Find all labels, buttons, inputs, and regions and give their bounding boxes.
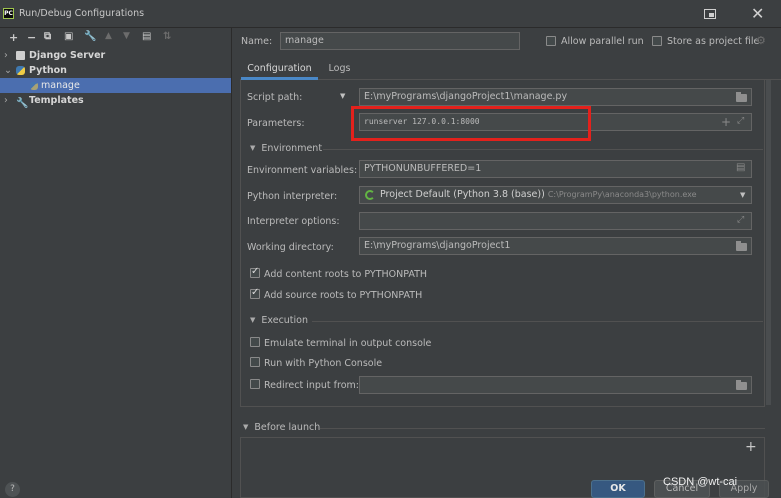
tree-item-label: Django Server: [29, 50, 106, 61]
add-icon[interactable]: +: [9, 31, 18, 44]
section-divider: [312, 321, 763, 322]
script-path-field[interactable]: E:\myPrograms\djangoProject1\manage.py: [359, 88, 752, 106]
parameters-label: Parameters:: [247, 118, 305, 129]
execution-section-header[interactable]: ▼ Execution: [250, 315, 308, 326]
tree-item-label: Templates: [29, 95, 84, 106]
wrench-icon[interactable]: 🔧: [84, 31, 96, 42]
django-icon: [16, 51, 25, 60]
working-dir-label: Working directory:: [247, 242, 334, 253]
interpreter-dropdown[interactable]: Project Default (Python 3.8 (base)) C:\P…: [359, 186, 752, 204]
interpreter-path: C:\ProgramPy\anaconda3\python.exe: [547, 190, 697, 199]
interpreter-name: Project Default (Python 3.8 (base)): [380, 189, 545, 200]
section-title: Execution: [261, 315, 309, 326]
store-as-project-label: Store as project file: [667, 36, 760, 47]
tab-logs[interactable]: Logs: [322, 60, 357, 80]
environment-section-header[interactable]: ▼ Environment: [250, 143, 322, 154]
python-file-icon: [30, 81, 38, 90]
move-down-icon[interactable]: ▼: [123, 31, 130, 41]
add-source-roots-checkbox[interactable]: [250, 287, 260, 299]
add-before-launch-icon[interactable]: +: [745, 439, 757, 455]
pycharm-app-icon: PC: [3, 8, 14, 19]
name-label: Name:: [241, 36, 273, 47]
add-content-roots-label: Add content roots to PYTHONPATH: [264, 269, 428, 280]
gear-icon[interactable]: ⚙: [756, 34, 766, 47]
collapse-icon[interactable]: ▼: [250, 316, 255, 324]
save-icon[interactable]: ▣: [64, 31, 73, 42]
chevron-right-icon[interactable]: ›: [4, 93, 16, 108]
interpreter-options-label: Interpreter options:: [247, 216, 340, 227]
chevron-down-icon[interactable]: ⌄: [4, 63, 16, 78]
tree-item-label: Python: [29, 65, 67, 76]
chevron-right-icon[interactable]: ›: [4, 48, 16, 63]
section-divider: [323, 149, 763, 150]
interpreter-status-icon: [365, 190, 375, 200]
ok-button[interactable]: OK: [591, 480, 645, 498]
add-source-roots-label: Add source roots to PYTHONPATH: [264, 290, 423, 301]
remove-icon[interactable]: −: [27, 31, 36, 44]
expand-icon[interactable]: ⤢: [737, 116, 744, 126]
section-divider: [320, 428, 765, 429]
help-button[interactable]: ?: [5, 482, 20, 497]
wrench-icon: 🔧: [16, 97, 29, 109]
scrollbar[interactable]: [766, 80, 771, 405]
script-path-label: Script path:: [247, 92, 303, 103]
run-python-console-checkbox[interactable]: [250, 357, 260, 367]
tree-item-label: manage: [41, 80, 80, 91]
window-restore-icon[interactable]: [704, 9, 716, 19]
expand-icon[interactable]: ⤢: [737, 215, 744, 225]
collapse-icon[interactable]: ▼: [243, 423, 248, 431]
window-title: Run/Debug Configurations: [19, 8, 145, 19]
interpreter-label: Python interpreter:: [247, 191, 338, 202]
window-close-icon[interactable]: ✕: [751, 4, 764, 23]
redirect-input-field[interactable]: [359, 376, 752, 394]
edit-env-vars-icon[interactable]: ▤: [736, 162, 745, 173]
section-title: Environment: [261, 143, 323, 154]
add-parameter-icon[interactable]: +: [721, 115, 731, 129]
sort-icon[interactable]: ⇅: [163, 31, 171, 42]
interpreter-options-field[interactable]: [359, 212, 752, 230]
before-launch-section-header[interactable]: ▼ Before launch: [243, 422, 320, 433]
tab-configuration[interactable]: Configuration: [241, 60, 318, 80]
tree-item-python[interactable]: ⌄ Python: [4, 63, 67, 78]
tree-item-manage[interactable]: manage: [30, 78, 80, 93]
run-python-console-label: Run with Python Console: [264, 358, 383, 369]
allow-parallel-checkbox[interactable]: [546, 36, 556, 46]
move-up-icon[interactable]: ▲: [105, 31, 112, 41]
name-field[interactable]: manage: [280, 32, 520, 50]
collapse-icon[interactable]: ▼: [250, 144, 255, 152]
folder-icon[interactable]: [736, 380, 747, 390]
redirect-input-label: Redirect input from:: [264, 380, 359, 391]
tree-item-templates[interactable]: › 🔧Templates: [4, 93, 84, 109]
store-as-project-checkbox[interactable]: [652, 36, 662, 46]
annotation-highlight-box: [351, 106, 591, 141]
allow-parallel-label: Allow parallel run: [561, 36, 644, 47]
env-vars-label: Environment variables:: [247, 165, 358, 176]
chevron-down-icon[interactable]: ▼: [740, 191, 745, 199]
emulate-terminal-label: Emulate terminal in output console: [264, 338, 432, 349]
tree-item-django-server[interactable]: › Django Server: [4, 48, 105, 63]
folder-icon[interactable]: [736, 241, 747, 251]
watermark-text: CSDN @wt-cai: [663, 476, 738, 488]
folder-icon[interactable]: [736, 92, 747, 102]
emulate-terminal-checkbox[interactable]: [250, 337, 260, 347]
env-vars-field[interactable]: PYTHONUNBUFFERED=1: [359, 160, 752, 178]
redirect-input-checkbox[interactable]: [250, 379, 260, 389]
add-content-roots-checkbox[interactable]: [250, 266, 260, 278]
python-icon: [16, 66, 25, 75]
working-dir-field[interactable]: E:\myPrograms\djangoProject1: [359, 237, 752, 255]
section-title: Before launch: [254, 422, 321, 433]
copy-icon[interactable]: ⧉: [44, 31, 51, 42]
folder-add-icon[interactable]: ▤: [142, 31, 151, 42]
script-type-dropdown-icon[interactable]: ▼: [340, 92, 345, 100]
